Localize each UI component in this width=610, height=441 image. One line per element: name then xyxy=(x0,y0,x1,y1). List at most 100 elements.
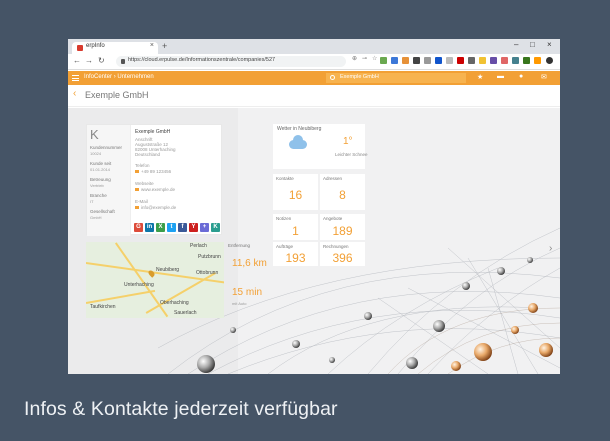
extension-icon[interactable] xyxy=(457,57,464,64)
extension-icon[interactable] xyxy=(523,57,530,64)
tile-rechnungen[interactable]: Rechnungen 396 xyxy=(320,242,365,266)
meta-value: IT xyxy=(90,199,94,204)
favicon-icon xyxy=(77,45,83,51)
tile-label: Rechnungen xyxy=(323,244,349,249)
phone-label: Telefon xyxy=(135,163,150,168)
tile-value: 8 xyxy=(339,188,346,202)
distance-km: 11,6 km xyxy=(232,258,267,269)
new-tab-icon[interactable]: + xyxy=(162,41,167,51)
back-icon[interactable]: ← xyxy=(73,56,81,65)
browser-tab[interactable]: erpInfo × xyxy=(72,42,158,54)
tile-auftraege[interactable]: Aufträge 193 xyxy=(273,242,318,266)
location-icon[interactable]: ⊕ xyxy=(352,55,357,62)
weather-description: Leichter Schnee xyxy=(335,152,368,157)
meta-value: GmbH xyxy=(90,215,102,220)
extension-icon[interactable] xyxy=(479,57,486,64)
main-content: › K Kundennummer 10024 Kunde seit 01.01.… xyxy=(68,108,560,374)
phone-value[interactable]: +49 89 123456 xyxy=(135,169,171,174)
email-value[interactable]: info@exemple.de xyxy=(135,205,176,210)
linkedin-icon[interactable]: in xyxy=(145,223,154,232)
meta-label: Kunde seit xyxy=(90,161,112,166)
meta-value: 10024 xyxy=(90,151,102,156)
map-label: Unterhaching xyxy=(124,282,154,288)
minimize-button[interactable]: – xyxy=(514,40,518,49)
kununu-icon[interactable]: K xyxy=(211,223,220,232)
app-search-field[interactable]: Exemple GmbH xyxy=(326,73,466,83)
chevron-left-icon[interactable]: ‹ xyxy=(73,88,76,99)
mail-icon[interactable]: ✉ xyxy=(541,73,547,81)
url-field[interactable]: https://cloud.erpulse.de/Informationszen… xyxy=(116,56,346,67)
youtube-icon[interactable]: Y xyxy=(189,223,198,232)
search-icon xyxy=(330,75,335,80)
company-initial: K xyxy=(90,127,99,142)
extension-icon[interactable] xyxy=(391,57,398,64)
extension-icon[interactable] xyxy=(468,57,475,64)
maximize-button[interactable]: □ xyxy=(530,40,535,49)
user-icon[interactable]: ● xyxy=(519,73,523,80)
app-search-text: Exemple GmbH xyxy=(340,74,379,80)
weather-title: Wetter in Neubiberg xyxy=(277,126,322,132)
map-label: Oberhaching xyxy=(160,300,189,306)
company-detail-panel: Exemple GmbH Anschrift Auguststraße 12 8… xyxy=(133,125,223,236)
extension-icon[interactable] xyxy=(424,57,431,64)
app-header: InfoCenter › Unternehmen Exemple GmbH ★ … xyxy=(68,71,560,85)
weather-widget: Wetter in Neubiberg 1° Leichter Schnee xyxy=(273,124,368,169)
tile-value: 189 xyxy=(332,224,353,238)
bookmark-star-icon[interactable]: ☆ xyxy=(372,55,377,62)
meta-label: Kundennummer xyxy=(90,145,123,150)
map-label: Taufkirchen xyxy=(90,304,116,310)
web-label: Webseite xyxy=(135,181,154,186)
meta-value: Vertrieb xyxy=(90,183,104,188)
xing-icon[interactable]: X xyxy=(156,223,165,232)
url-text: https://cloud.erpulse.de/Informationszen… xyxy=(128,57,276,63)
extension-icon[interactable] xyxy=(402,57,409,64)
web-value[interactable]: www.exemple.de xyxy=(135,187,175,192)
breadcrumb-separator: › xyxy=(113,74,116,80)
breadcrumb-current[interactable]: Unternehmen xyxy=(117,74,153,80)
address-bar-row: ← → ↻ https://cloud.erpulse.de/Informati… xyxy=(68,54,560,70)
extension-icon[interactable] xyxy=(413,57,420,64)
address-line: Deutschland xyxy=(135,152,161,157)
close-window-button[interactable]: × xyxy=(547,40,552,49)
twitter-icon[interactable]: t xyxy=(167,223,176,232)
meta-label: Branche xyxy=(90,193,107,198)
extension-icon[interactable] xyxy=(512,57,519,64)
map-pin-icon[interactable] xyxy=(147,269,156,278)
tile-value: 396 xyxy=(332,251,353,265)
email-label: E-Mail xyxy=(135,199,148,204)
tile-kontakte[interactable]: Kontakte 16 xyxy=(273,174,318,210)
tile-notizen[interactable]: Notizen 1 xyxy=(273,214,318,240)
tile-adressen[interactable]: Adressen 8 xyxy=(320,174,365,210)
extensions-toolbar xyxy=(380,57,556,67)
breadcrumb-root[interactable]: InfoCenter xyxy=(84,74,112,80)
extension-icon[interactable] xyxy=(490,57,497,64)
instagram-icon[interactable]: + xyxy=(200,223,209,232)
favorite-star-icon[interactable]: ★ xyxy=(477,73,483,81)
key-icon[interactable]: ⊸ xyxy=(362,55,367,62)
globe-icon xyxy=(135,188,139,192)
reload-icon[interactable]: ↻ xyxy=(98,56,105,65)
extension-icon[interactable] xyxy=(534,57,541,64)
map-road xyxy=(86,289,156,304)
extension-icon[interactable] xyxy=(501,57,508,64)
tab-close-icon[interactable]: × xyxy=(150,42,154,49)
forward-icon[interactable]: → xyxy=(85,56,93,65)
extension-icon[interactable] xyxy=(380,57,387,64)
lock-icon xyxy=(121,59,125,64)
cloud-icon xyxy=(289,135,307,149)
company-meta-panel: K Kundennummer 10024 Kunde seit 01.01.20… xyxy=(87,125,131,236)
tile-angebote[interactable]: Angebote 189 xyxy=(320,214,365,240)
mail-icon xyxy=(135,206,139,210)
chat-icon[interactable]: ▬ xyxy=(497,73,504,80)
profile-avatar[interactable] xyxy=(546,57,553,64)
extension-icon[interactable] xyxy=(446,57,453,64)
google-icon[interactable]: G xyxy=(134,223,143,232)
extension-icon[interactable] xyxy=(435,57,442,64)
tile-label: Notizen xyxy=(276,216,292,221)
location-map[interactable]: Perlach Neubiberg Ottobrunn Unterhaching… xyxy=(86,242,224,318)
tile-value: 16 xyxy=(288,188,303,202)
company-card: K Kundennummer 10024 Kunde seit 01.01.20… xyxy=(86,124,223,236)
next-arrow-icon[interactable]: › xyxy=(549,243,552,254)
menu-icon[interactable] xyxy=(72,75,79,81)
facebook-icon[interactable]: f xyxy=(178,223,187,232)
